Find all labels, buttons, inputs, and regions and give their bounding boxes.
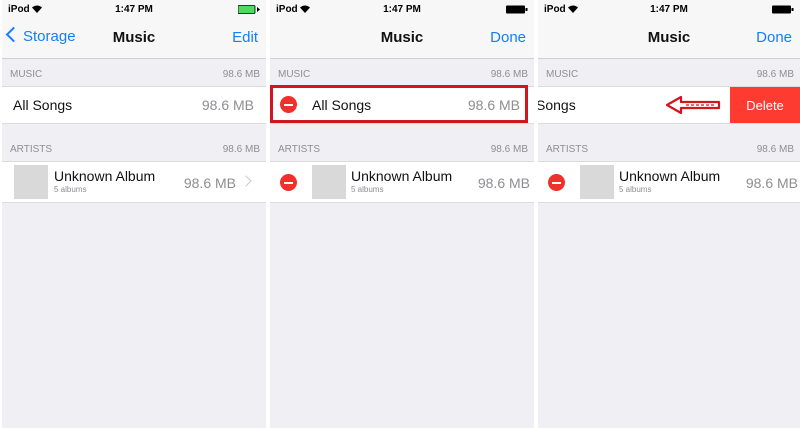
battery-icon <box>238 5 260 14</box>
section-label: ARTISTS <box>10 144 53 155</box>
section-size: 98.6 MB <box>490 144 528 155</box>
section-label: ARTISTS <box>278 144 321 155</box>
album-size: 98.6 MB <box>183 175 236 191</box>
screens: iPod 1:47 PM Storage Music Edit MUSIC 98… <box>0 0 800 428</box>
nav-bar: Storage Music Edit <box>2 20 266 59</box>
album-subtitle: 5 albums <box>619 185 652 194</box>
highlight-annotation <box>270 85 528 123</box>
all-songs-label: Songs <box>538 97 576 113</box>
section-size: 98.6 MB <box>222 144 260 155</box>
album-title: Unknown Album <box>351 168 453 184</box>
done-button[interactable]: Done <box>756 29 792 46</box>
album-title: Unknown Album <box>54 168 156 184</box>
section-label: MUSIC <box>10 69 43 80</box>
album-artwork <box>580 165 614 199</box>
all-songs-label: All Songs <box>13 97 73 113</box>
section-size: 98.6 MB <box>756 144 794 155</box>
section-label: MUSIC <box>278 69 311 80</box>
status-bar: iPod 1:47 PM <box>2 0 266 20</box>
album-subtitle: 5 albums <box>351 185 384 194</box>
section-size: 98.6 MB <box>490 69 528 80</box>
artists-section-header: ARTISTS 98.6 MB <box>270 134 534 162</box>
album-size: 98.6 MB <box>477 175 530 191</box>
chevron-right-icon <box>240 175 252 187</box>
screen-storage-music: iPod 1:47 PM Storage Music Edit MUSIC 98… <box>2 0 266 428</box>
status-time: 1:47 PM <box>115 4 153 15</box>
album-subtitle: 5 albums <box>54 185 87 194</box>
status-time: 1:47 PM <box>383 4 421 15</box>
screen-edit-mode: iPod 1:47 PM Music Done MUSIC 98.6 MB Al… <box>270 0 534 428</box>
music-section-header: MUSIC 98.6 MB <box>270 59 534 87</box>
section-size: 98.6 MB <box>222 69 260 80</box>
page-title: Music <box>112 29 156 46</box>
edit-button[interactable]: Edit <box>232 29 258 46</box>
album-title: Unknown Album <box>619 168 721 184</box>
section-label: ARTISTS <box>546 144 589 155</box>
music-section-header: MUSIC 98.6 MB <box>2 59 266 87</box>
artists-section-header: ARTISTS 98.6 MB <box>538 134 800 162</box>
minus-circle-icon[interactable] <box>548 174 565 191</box>
done-button[interactable]: Done <box>490 29 526 46</box>
album-row[interactable]: Unknown Album 5 albums 98.6 MB <box>2 161 266 203</box>
battery-icon <box>506 5 528 14</box>
all-songs-size: 98.6 MB <box>201 97 254 113</box>
section-size: 98.6 MB <box>756 69 794 80</box>
status-time: 1:47 PM <box>650 4 688 15</box>
nav-bar: Music Done <box>538 20 800 59</box>
battery-icon <box>772 5 794 14</box>
status-bar: iPod 1:47 PM <box>538 0 800 20</box>
swipe-left-arrow-icon <box>665 95 721 115</box>
minus-circle-icon[interactable] <box>280 174 297 191</box>
section-label: MUSIC <box>546 69 579 80</box>
delete-button[interactable]: Delete <box>730 87 800 123</box>
album-artwork <box>14 165 48 199</box>
album-size: 98.6 MB <box>745 175 798 191</box>
album-artwork <box>312 165 346 199</box>
screen-swipe-delete: iPod 1:47 PM Music Done MUSIC 98.6 MB So… <box>538 0 800 428</box>
all-songs-row-swiped[interactable]: Songs Delete <box>538 86 800 124</box>
album-row[interactable]: Unknown Album 5 albums 98.6 MB <box>270 161 534 203</box>
album-row[interactable]: Unknown Album 5 albums 98.6 MB <box>538 161 800 203</box>
all-songs-row[interactable]: All Songs 98.6 MB <box>2 86 266 124</box>
music-section-header: MUSIC 98.6 MB <box>538 59 800 87</box>
nav-bar: Music Done <box>270 20 534 59</box>
status-bar: iPod 1:47 PM <box>270 0 534 20</box>
artists-section-header: ARTISTS 98.6 MB <box>2 134 266 162</box>
